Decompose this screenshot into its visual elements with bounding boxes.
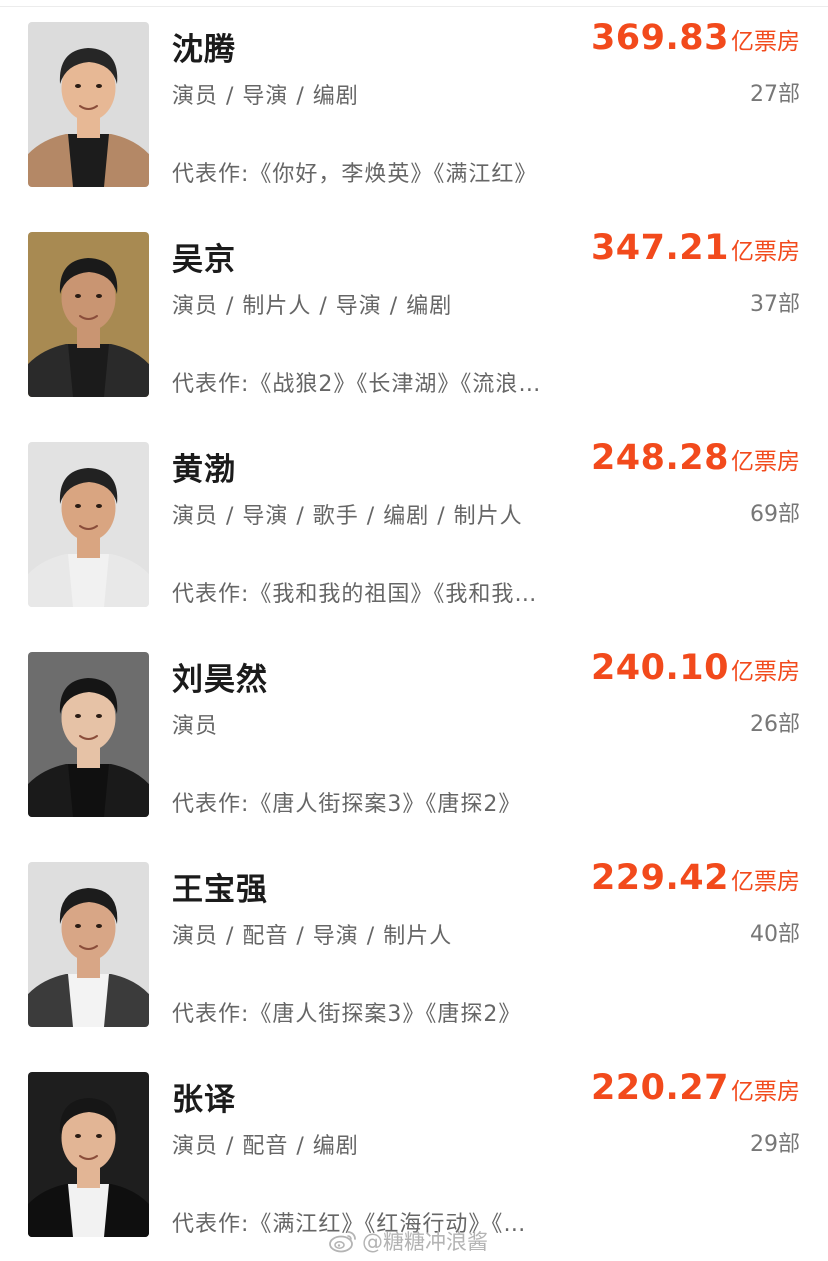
film-count: 40部 — [750, 922, 800, 947]
portrait-image — [28, 232, 149, 397]
actor-name[interactable]: 张译 — [172, 1074, 236, 1119]
portrait-image — [28, 652, 149, 817]
actor-roles: 演员 / 导演 / 编剧 — [172, 84, 359, 109]
list-item[interactable]: 沈腾 演员 / 导演 / 编剧 代表作:《你好，李焕英》《满江红》 369.83… — [0, 0, 828, 210]
list-item[interactable]: 刘昊然 演员 代表作:《唐人街探案3》《唐探2》 240.10亿票房 26部 — [0, 630, 828, 840]
actor-roles: 演员 / 配音 / 导演 / 制片人 — [172, 924, 453, 949]
representative-works: 代表作:《唐人街探案3》《唐探2》 — [172, 792, 522, 817]
actor-roles: 演员 / 导演 / 歌手 / 编剧 / 制片人 — [172, 504, 523, 529]
avatar[interactable] — [28, 22, 149, 187]
film-count: 37部 — [750, 292, 800, 317]
box-office-unit: 亿票房 — [731, 1079, 800, 1105]
actor-name[interactable]: 沈腾 — [172, 24, 236, 69]
film-count: 27部 — [750, 82, 800, 107]
list-item[interactable]: 王宝强 演员 / 配音 / 导演 / 制片人 代表作:《唐人街探案3》《唐探2》… — [0, 840, 828, 1050]
box-office-value: 248.28 — [590, 438, 729, 478]
box-office-value: 240.10 — [590, 648, 729, 688]
box-office-unit: 亿票房 — [731, 449, 800, 475]
portrait-image — [28, 22, 149, 187]
representative-works: 代表作:《战狼2》《长津湖》《流浪地球》 — [172, 372, 542, 397]
actor-name[interactable]: 王宝强 — [172, 864, 268, 909]
portrait-image — [28, 1072, 149, 1237]
box-office-value: 229.42 — [590, 858, 729, 898]
list-item[interactable]: 吴京 演员 / 制片人 / 导演 / 编剧 代表作:《战狼2》《长津湖》《流浪地… — [0, 210, 828, 420]
box-office-unit: 亿票房 — [731, 659, 800, 685]
film-count: 29部 — [750, 1132, 800, 1157]
portrait-image — [28, 442, 149, 607]
box-office: 369.83亿票房 — [591, 18, 800, 58]
actor-roles: 演员 / 制片人 / 导演 / 编剧 — [172, 294, 453, 319]
box-office: 347.21亿票房 — [591, 228, 800, 268]
portrait-image — [28, 862, 149, 1027]
box-office-value: 220.27 — [590, 1068, 729, 1108]
representative-works: 代表作:《你好，李焕英》《满江红》 — [172, 162, 538, 187]
avatar[interactable] — [28, 652, 149, 817]
box-office: 220.27亿票房 — [591, 1068, 800, 1108]
avatar[interactable] — [28, 862, 149, 1027]
actor-name[interactable]: 黄渤 — [172, 444, 236, 489]
box-office-value: 369.83 — [590, 18, 729, 58]
watermark: @糖糖冲浪酱 — [328, 1226, 488, 1256]
box-office: 248.28亿票房 — [591, 438, 800, 478]
actor-roles: 演员 / 配音 / 编剧 — [172, 1134, 359, 1159]
box-office: 240.10亿票房 — [591, 648, 800, 688]
representative-works: 代表作:《我和我的祖国》《我和我的家乡》 — [172, 582, 542, 607]
actor-name[interactable]: 刘昊然 — [172, 654, 268, 699]
actor-roles: 演员 — [172, 714, 219, 739]
weibo-icon — [329, 1231, 356, 1253]
representative-works: 代表作:《唐人街探案3》《唐探2》 — [172, 1002, 522, 1027]
box-office-unit: 亿票房 — [731, 869, 800, 895]
film-count: 26部 — [750, 712, 800, 737]
box-office-unit: 亿票房 — [731, 239, 800, 265]
avatar[interactable] — [28, 232, 149, 397]
watermark-text: @糖糖冲浪酱 — [362, 1230, 488, 1254]
box-office-value: 347.21 — [590, 228, 729, 268]
avatar[interactable] — [28, 442, 149, 607]
box-office: 229.42亿票房 — [591, 858, 800, 898]
avatar[interactable] — [28, 1072, 149, 1237]
list-item[interactable]: 黄渤 演员 / 导演 / 歌手 / 编剧 / 制片人 代表作:《我和我的祖国》《… — [0, 420, 828, 630]
film-count: 69部 — [750, 502, 800, 527]
box-office-unit: 亿票房 — [731, 29, 800, 55]
actor-name[interactable]: 吴京 — [172, 234, 236, 279]
